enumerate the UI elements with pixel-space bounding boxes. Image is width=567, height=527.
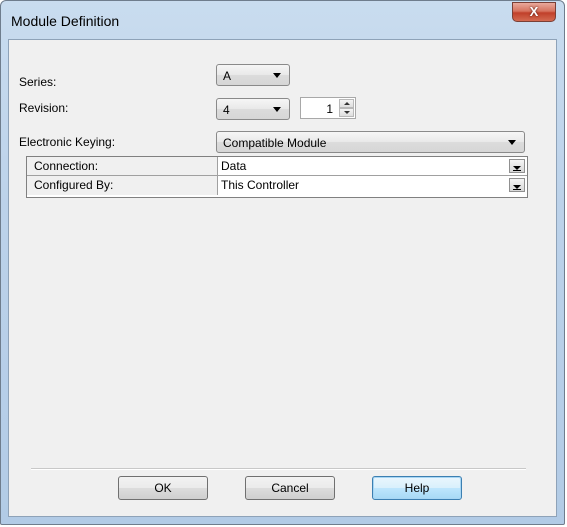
grid-row-connection: Connection: Data: [27, 157, 527, 176]
grid-row-configured-by: Configured By: This Controller: [27, 176, 527, 195]
chevron-down-icon[interactable]: [509, 178, 525, 192]
module-definition-dialog: Module Definition X Series: A Revision: …: [0, 0, 565, 525]
dialog-body: Series: A Revision: 4 1 Electronic Keyin…: [8, 39, 557, 517]
close-icon: X: [529, 4, 539, 19]
spin-down-icon[interactable]: [339, 108, 354, 117]
spin-up-icon[interactable]: [339, 99, 354, 108]
ok-button[interactable]: OK: [118, 476, 208, 500]
revision-label: Revision:: [19, 101, 69, 115]
stepper-buttons: [339, 99, 354, 117]
help-button[interactable]: Help: [372, 476, 462, 500]
revision-major-select[interactable]: 4: [216, 98, 290, 120]
configured-by-value: This Controller: [221, 178, 300, 192]
grid-property-value[interactable]: This Controller: [218, 176, 527, 195]
revision-minor-value: 1: [326, 102, 333, 116]
series-select[interactable]: A: [216, 64, 290, 86]
electronic-keying-select[interactable]: Compatible Module: [216, 131, 525, 153]
revision-minor-stepper[interactable]: 1: [300, 97, 356, 119]
connection-value: Data: [221, 159, 247, 173]
grid-property-name: Configured By:: [27, 176, 218, 195]
electronic-keying-label: Electronic Keying:: [19, 135, 116, 149]
grid-property-value[interactable]: Data: [218, 157, 527, 175]
close-button[interactable]: X: [512, 2, 556, 22]
grid-property-name: Connection:: [27, 157, 218, 175]
electronic-keying-value: Compatible Module: [223, 136, 327, 150]
revision-major-value: 4: [223, 103, 230, 117]
module-properties-grid: Connection: Data Configured By: This Con…: [26, 156, 528, 198]
chevron-down-icon: [508, 140, 516, 145]
series-value: A: [223, 69, 232, 83]
chevron-down-icon: [273, 73, 281, 78]
title-bar[interactable]: Module Definition X: [1, 1, 564, 39]
chevron-down-icon: [273, 107, 281, 112]
chevron-down-icon[interactable]: [509, 159, 525, 173]
button-separator: [31, 468, 526, 470]
dialog-title: Module Definition: [11, 13, 120, 29]
series-label: Series:: [19, 75, 57, 89]
cancel-button[interactable]: Cancel: [245, 476, 335, 500]
